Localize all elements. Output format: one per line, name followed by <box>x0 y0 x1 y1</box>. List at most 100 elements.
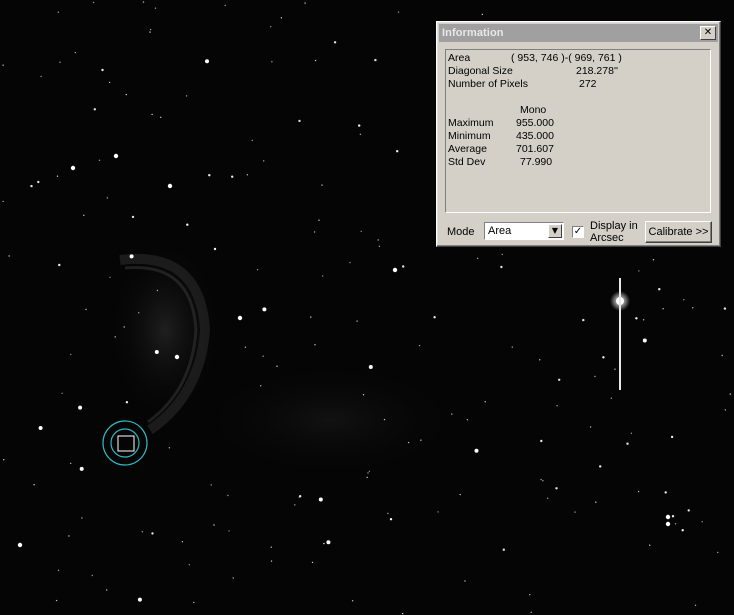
star <box>433 316 436 319</box>
star <box>323 542 325 545</box>
star <box>3 459 5 461</box>
star <box>85 308 87 311</box>
star <box>125 401 129 404</box>
calibrate-button[interactable]: Calibrate >> <box>645 221 712 243</box>
star <box>108 81 111 84</box>
information-window[interactable]: Information ✕ Area ( 953, 746 )-( 969, 7… <box>436 21 721 247</box>
star <box>602 356 605 359</box>
mode-select[interactable]: Area ▼ <box>484 222 564 240</box>
star <box>729 393 731 395</box>
star <box>151 532 154 535</box>
star <box>358 124 361 127</box>
star <box>674 523 677 525</box>
star <box>362 394 365 396</box>
star <box>311 561 314 564</box>
star <box>529 594 531 596</box>
star <box>558 378 561 381</box>
star <box>368 470 371 472</box>
star <box>131 215 135 219</box>
star <box>294 504 296 506</box>
star <box>484 401 486 403</box>
star <box>271 61 273 63</box>
star <box>511 346 513 348</box>
star <box>574 511 576 513</box>
star <box>392 267 398 273</box>
star <box>387 512 389 515</box>
star <box>671 515 675 518</box>
star <box>270 546 272 548</box>
chevron-down-icon[interactable]: ▼ <box>548 224 562 238</box>
star <box>74 51 77 54</box>
star <box>539 359 541 361</box>
star <box>649 544 651 546</box>
average-value: 701.607 <box>516 143 554 155</box>
star <box>167 183 173 189</box>
star <box>589 426 592 428</box>
star <box>368 365 373 369</box>
star <box>61 392 63 394</box>
pixels-label: Number of Pixels <box>448 78 528 90</box>
star <box>724 409 726 411</box>
star <box>68 535 70 537</box>
star <box>683 299 685 301</box>
star <box>246 174 249 176</box>
star <box>662 308 664 310</box>
star <box>280 17 283 19</box>
display-arcsec-label[interactable]: Display in Arcsec <box>590 220 644 244</box>
check-icon: ✓ <box>573 226 583 237</box>
star <box>459 493 461 496</box>
star <box>313 231 316 233</box>
star <box>208 174 211 177</box>
star <box>113 153 119 159</box>
star <box>174 354 180 360</box>
star <box>665 514 671 520</box>
star <box>540 478 542 481</box>
star <box>17 542 23 548</box>
star <box>652 259 655 261</box>
star <box>366 476 368 479</box>
star <box>298 119 301 123</box>
star <box>263 160 265 162</box>
star <box>383 418 386 421</box>
stddev-label: Std Dev <box>448 156 486 168</box>
star <box>2 200 4 203</box>
star <box>101 68 104 72</box>
star <box>367 472 369 474</box>
star <box>38 426 43 430</box>
star <box>125 93 128 96</box>
star <box>186 223 189 226</box>
star <box>687 509 690 512</box>
star <box>232 577 234 579</box>
star <box>78 405 83 410</box>
star <box>168 447 171 449</box>
star <box>91 574 94 577</box>
close-button[interactable]: ✕ <box>700 26 716 40</box>
star <box>185 95 188 97</box>
title-bar[interactable]: Information ✕ <box>439 24 718 42</box>
star <box>224 4 226 7</box>
star <box>59 61 61 63</box>
star <box>262 355 264 357</box>
star <box>270 560 273 562</box>
star <box>502 548 505 551</box>
star <box>437 511 439 513</box>
star <box>244 346 247 348</box>
star <box>349 261 351 264</box>
star <box>637 490 640 493</box>
star <box>138 312 140 314</box>
star <box>377 239 379 241</box>
star <box>106 589 108 591</box>
channel-header: Mono <box>520 104 547 116</box>
star <box>540 439 543 443</box>
star <box>642 338 647 343</box>
star <box>626 442 629 445</box>
star <box>670 435 674 439</box>
display-arcsec-checkbox[interactable]: ✓ <box>572 226 584 238</box>
star <box>37 180 40 184</box>
star <box>57 569 60 571</box>
star <box>701 521 703 523</box>
star <box>481 13 483 16</box>
star <box>299 495 302 498</box>
star <box>314 344 316 346</box>
star <box>213 247 217 251</box>
